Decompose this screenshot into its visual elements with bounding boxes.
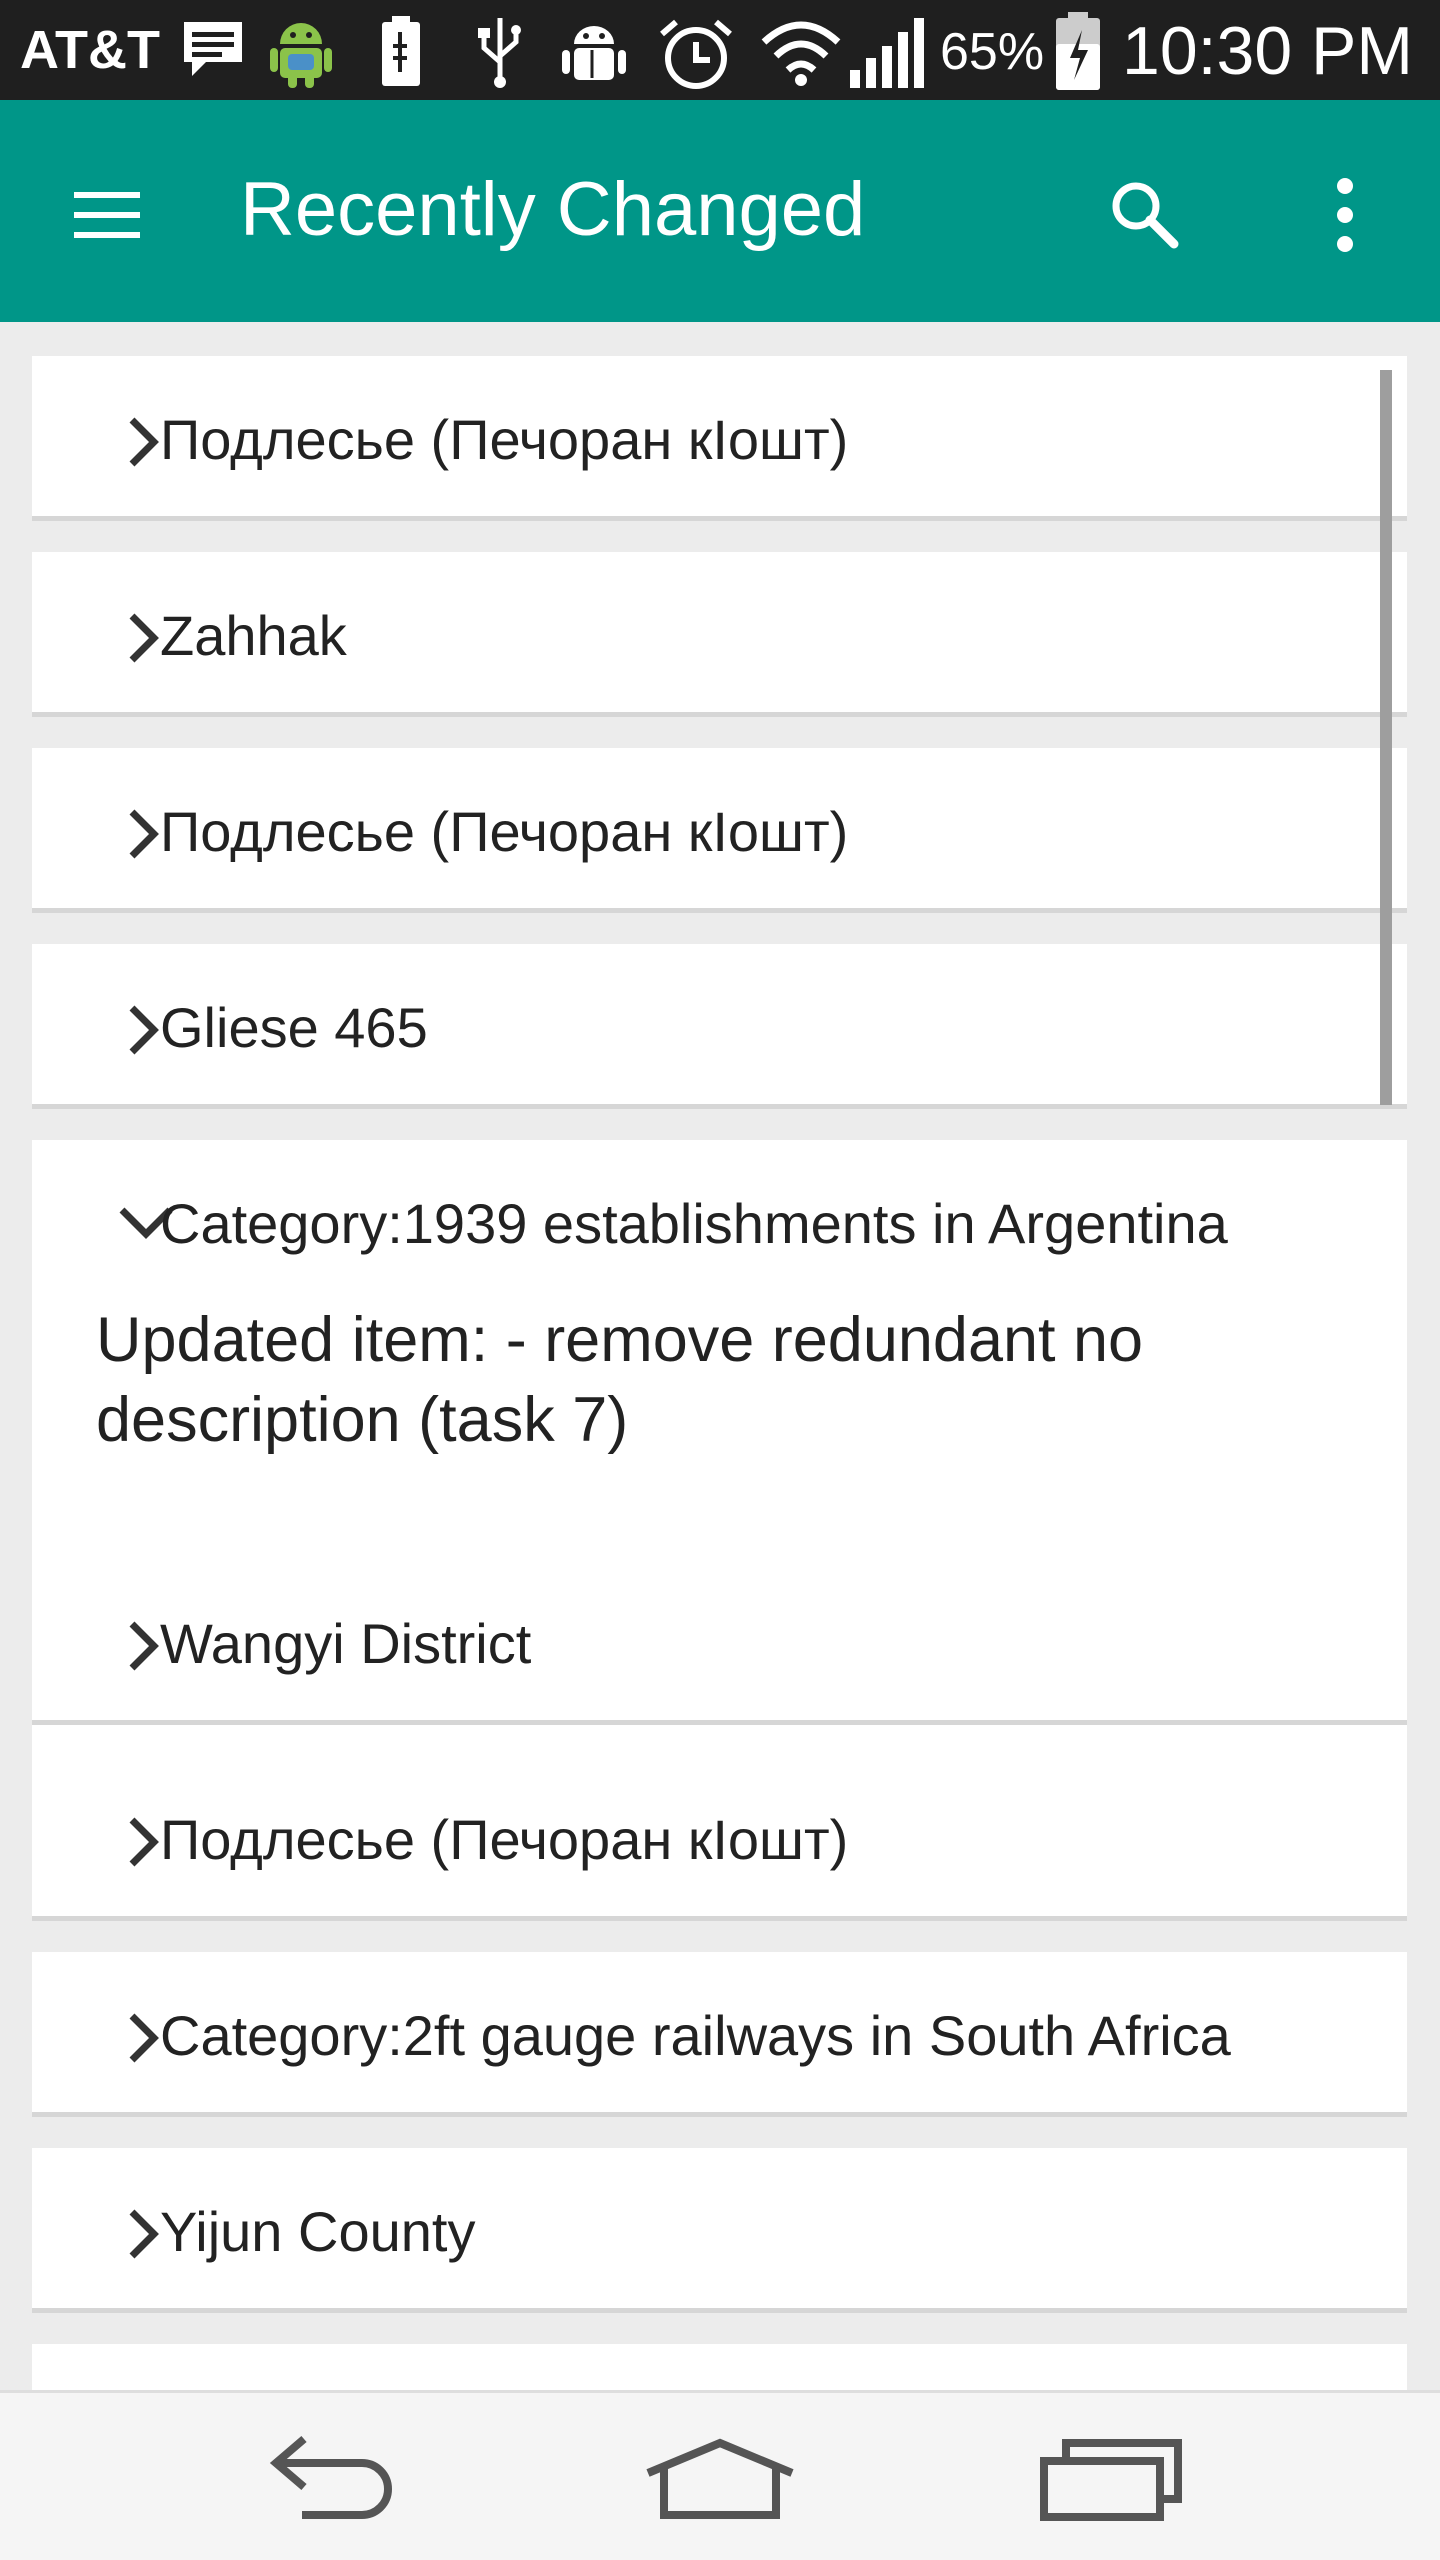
menu-button[interactable]: [62, 170, 162, 260]
list-item[interactable]: [32, 2344, 1407, 2390]
home-button[interactable]: [640, 2423, 800, 2533]
list-item-label: Подлесье (Печоран кIошт): [160, 408, 849, 471]
list-item-label: Подлесье (Печоран кIошт): [160, 1808, 849, 1871]
scrollbar[interactable]: [1380, 370, 1392, 1105]
list-item-label: Подлесье (Печоран кIошт): [160, 800, 849, 863]
list-item[interactable]: Подлесье (Печоран кIошт): [32, 1756, 1407, 1921]
battery-icon: [1056, 12, 1100, 90]
usb-icon: [478, 18, 521, 88]
list-item-label: Category:2ft gauge railways in South Afr…: [160, 2004, 1231, 2067]
message-icon: [184, 22, 242, 76]
list-item-description: Updated item: - remove redundant no desc…: [96, 1305, 1144, 1455]
status-bar: AT&T 65% 10:30 PM: [0, 0, 1440, 100]
list-item[interactable]: Zahhak: [32, 552, 1407, 717]
search-button[interactable]: [1100, 170, 1200, 260]
list-item-label: Wangyi District: [160, 1612, 532, 1675]
recents-icon: [1040, 2439, 1182, 2521]
home-icon: [646, 2438, 794, 2519]
list-item[interactable]: Wangyi District: [32, 1560, 1407, 1725]
wifi-icon: [761, 21, 841, 86]
back-icon: [269, 2435, 392, 2519]
back-button[interactable]: [252, 2423, 412, 2533]
list-item-label: Category:1939 establishments in Argentin…: [160, 1192, 1228, 1255]
list-item[interactable]: Подлесье (Печоран кIошт): [32, 356, 1407, 521]
alarm-icon: [660, 19, 732, 89]
app-bar: Recently Changed: [0, 100, 1440, 322]
list-item[interactable]: Gliese 465: [32, 944, 1407, 1109]
signal-icon: [850, 18, 924, 88]
list-item-expanded[interactable]: Category:1939 establishments in Argentin…: [32, 1140, 1407, 1850]
list-item[interactable]: Подлесье (Печоран кIошт): [32, 748, 1407, 913]
clock: 10:30 PM: [1122, 13, 1414, 89]
battery-charging-icon: [382, 16, 420, 86]
list-item-label: Zahhak: [160, 604, 347, 667]
android-icon: [270, 23, 332, 88]
search-icon: [1112, 182, 1179, 249]
recents-button[interactable]: [1030, 2423, 1190, 2533]
changes-list[interactable]: Подлесье (Печоран кIошт) Zahhak Подлесье…: [0, 322, 1440, 2390]
list-item[interactable]: Yijun County: [32, 2148, 1407, 2313]
page-title: Recently Changed: [240, 167, 866, 252]
navigation-bar: [0, 2390, 1440, 2560]
list-item-label: Yijun County: [160, 2200, 476, 2263]
list-item-label: Gliese 465: [160, 996, 428, 1059]
more-options-button[interactable]: [1300, 170, 1390, 260]
debug-icon: [562, 26, 626, 80]
carrier-label: AT&T: [20, 20, 160, 80]
list-item[interactable]: Category:2ft gauge railways in South Afr…: [32, 1952, 1407, 2117]
menu-icon: [74, 192, 140, 238]
more-vert-icon: [1337, 178, 1353, 252]
battery-percent: 65%: [940, 23, 1045, 81]
